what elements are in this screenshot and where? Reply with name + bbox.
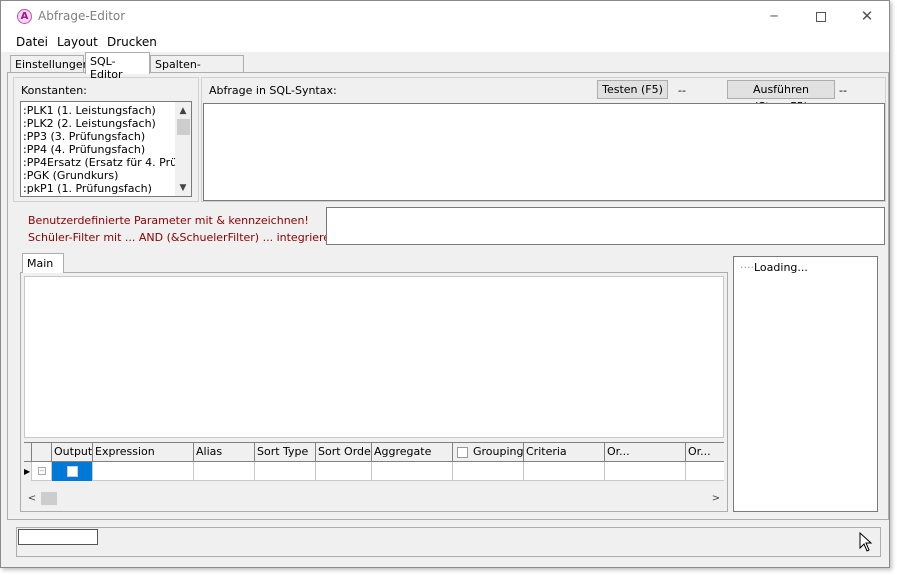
sort-type-cell[interactable] xyxy=(255,462,316,481)
grid-horizontal-scrollbar[interactable]: < > xyxy=(24,490,724,507)
scroll-left-icon[interactable]: < xyxy=(24,490,40,507)
hint-filter: Schüler-Filter mit ... AND (&SchuelerFil… xyxy=(28,231,342,244)
column-header[interactable]: Expression xyxy=(93,443,194,462)
tree-connector: ···· xyxy=(740,261,754,274)
constants-scrollbar[interactable]: ▲ ▼ xyxy=(175,102,191,196)
row-expand-icon[interactable]: − xyxy=(32,462,52,481)
list-item[interactable]: :PGK (Grundkurs) xyxy=(21,169,175,182)
column-header[interactable]: Or... xyxy=(605,443,686,462)
list-item[interactable]: :PLK1 (1. Leistungsfach) xyxy=(21,104,175,117)
column-header[interactable]: Alias xyxy=(194,443,255,462)
app-icon: A xyxy=(17,9,32,24)
run-button[interactable]: Ausführen (Strg+F5) xyxy=(727,80,835,113)
checkbox-icon xyxy=(457,447,468,458)
column-header[interactable]: Criteria xyxy=(524,443,605,462)
query-editor-window: A Abfrage-Editor ─ ✕ Datei Layout Drucke… xyxy=(0,0,890,568)
status-bar xyxy=(16,527,881,557)
maximize-icon xyxy=(816,11,826,22)
window-title: Abfrage-Editor xyxy=(38,9,126,23)
row-header-cell xyxy=(24,443,32,462)
criteria-cell[interactable] xyxy=(524,462,605,481)
column-header[interactable]: Aggregate xyxy=(372,443,453,462)
indicator-header xyxy=(32,443,52,462)
maximize-button[interactable] xyxy=(798,1,844,32)
column-header-grouping[interactable]: Grouping xyxy=(453,443,524,462)
tab-main[interactable]: Main xyxy=(22,253,64,273)
scroll-right-icon[interactable]: > xyxy=(708,490,724,507)
menu-bar: Datei Layout Drucken xyxy=(1,32,889,52)
scroll-up-icon[interactable]: ▲ xyxy=(175,104,191,118)
column-header[interactable]: Sort Order xyxy=(316,443,372,462)
list-item[interactable]: :PP4 (4. Prüfungsfach) xyxy=(21,143,175,156)
criteria-grid: Output Expression Alias Sort Type Sort O… xyxy=(24,442,724,481)
scroll-thumb[interactable] xyxy=(41,492,57,505)
table-row: ▶ − xyxy=(24,462,724,481)
tab-sql-editor[interactable]: SQL-Editor xyxy=(85,52,150,81)
list-item[interactable]: :PP3 (3. Prüfungsfach) xyxy=(21,130,175,143)
menu-drucken[interactable]: Drucken xyxy=(107,35,157,49)
menu-layout[interactable]: Layout xyxy=(57,35,98,49)
diagram-area[interactable] xyxy=(24,276,724,438)
constants-label: Konstanten: xyxy=(21,84,87,97)
tab-einstellungen[interactable]: Einstellungen xyxy=(10,55,90,73)
row-pointer-icon: ▶ xyxy=(24,462,32,481)
output-checkbox[interactable] xyxy=(67,466,78,477)
title-bar: A Abfrage-Editor ─ ✕ xyxy=(1,1,889,32)
sql-editor-panel: Konstanten: :PLK1 (1. Leistungsfach) :PL… xyxy=(7,72,889,520)
column-header[interactable]: Or... xyxy=(686,443,724,462)
scroll-thumb[interactable] xyxy=(177,119,190,135)
or-cell[interactable] xyxy=(686,462,724,481)
query-designer: Output Expression Alias Sort Type Sort O… xyxy=(20,272,728,512)
test-status: -- xyxy=(678,84,686,97)
or-cell[interactable] xyxy=(605,462,686,481)
grouping-label: Grouping xyxy=(473,445,524,458)
list-item[interactable]: :pkP1 (1. Prüfungsfach) xyxy=(21,182,175,195)
sql-editor-input[interactable] xyxy=(203,103,885,201)
tree-loading-text: Loading... xyxy=(754,261,808,274)
scroll-down-icon[interactable]: ▼ xyxy=(175,181,191,195)
aggregate-cell[interactable] xyxy=(372,462,453,481)
output-cell[interactable] xyxy=(52,462,93,481)
status-pane xyxy=(18,529,98,545)
hint-parameters: Benutzerdefinierte Parameter mit & kennz… xyxy=(28,214,309,227)
parameter-input[interactable] xyxy=(326,207,885,245)
alias-cell[interactable] xyxy=(194,462,255,481)
close-button[interactable]: ✕ xyxy=(844,1,890,32)
menu-datei[interactable]: Datei xyxy=(16,35,48,49)
column-header[interactable]: Sort Type xyxy=(255,443,316,462)
schema-tree[interactable]: ····Loading... xyxy=(733,256,878,512)
list-item[interactable]: :PLK2 (2. Leistungsfach) xyxy=(21,117,175,130)
sort-order-cell[interactable] xyxy=(316,462,372,481)
test-button[interactable]: Testen (F5) xyxy=(597,80,668,99)
constants-list[interactable]: :PLK1 (1. Leistungsfach) :PLK2 (2. Leist… xyxy=(20,101,192,197)
minimize-button[interactable]: ─ xyxy=(751,1,797,32)
column-header[interactable]: Output xyxy=(52,443,93,462)
grouping-cell[interactable] xyxy=(453,462,524,481)
sql-label: Abfrage in SQL-Syntax: xyxy=(209,84,337,97)
main-tabs: Einstellungen SQL-Editor Spalten-Optione… xyxy=(1,52,889,84)
expression-cell[interactable] xyxy=(93,462,194,481)
list-item[interactable]: :PP4Ersatz (Ersatz für 4. Prüfun xyxy=(21,156,175,169)
tab-spalten-optionen[interactable]: Spalten-Optionen xyxy=(150,55,244,84)
run-status: -- xyxy=(839,84,847,97)
mouse-cursor-icon xyxy=(859,532,873,552)
grid-header: Output Expression Alias Sort Type Sort O… xyxy=(24,443,724,462)
